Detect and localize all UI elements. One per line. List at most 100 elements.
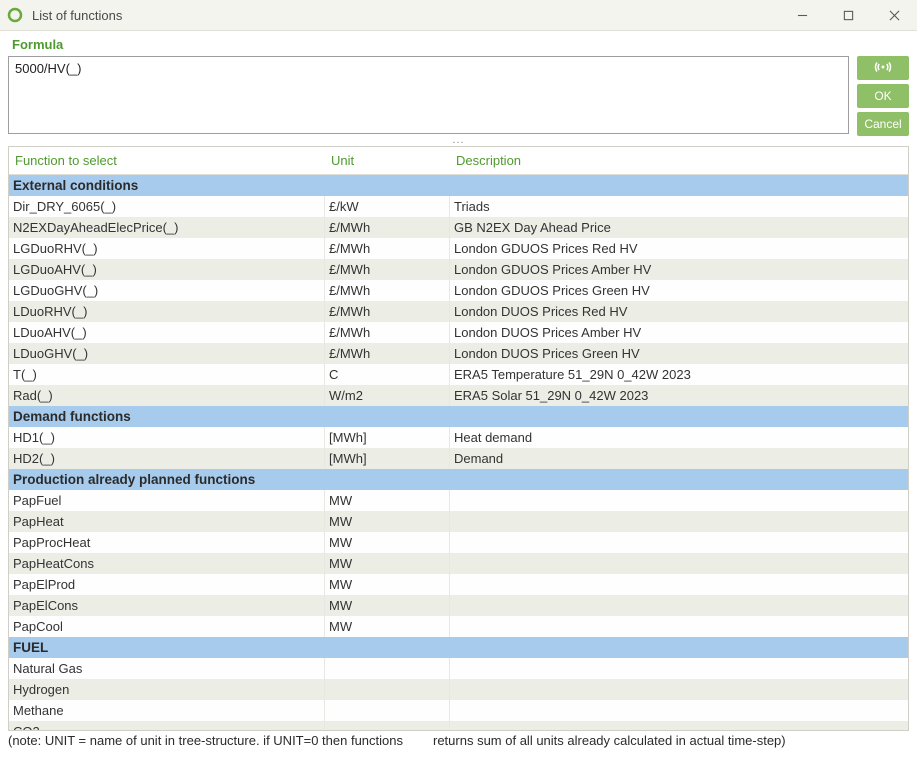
table-row[interactable]: LGDuoAHV(_)£/MWhLondon GDUOS Prices Ambe… — [9, 259, 908, 280]
window-title: List of functions — [32, 8, 122, 23]
broadcast-button[interactable] — [857, 56, 909, 80]
table-body[interactable]: External conditionsDir_DRY_6065(_)£/kWTr… — [9, 175, 908, 730]
cell-function: LGDuoGHV(_) — [9, 280, 325, 301]
header-description[interactable]: Description — [450, 153, 908, 168]
ok-button[interactable]: OK — [857, 84, 909, 108]
cell-function: Rad(_) — [9, 385, 325, 406]
cell-unit: [MWh] — [325, 448, 450, 469]
table-row[interactable]: PapProcHeatMW — [9, 532, 908, 553]
table-row[interactable]: LDuoRHV(_)£/MWhLondon DUOS Prices Red HV — [9, 301, 908, 322]
cell-function: LDuoRHV(_) — [9, 301, 325, 322]
table-row[interactable]: PapFuelMW — [9, 490, 908, 511]
formula-buttons: OK Cancel — [857, 56, 909, 136]
table-row[interactable]: N2EXDayAheadElecPrice(_)£/MWhGB N2EX Day… — [9, 217, 908, 238]
formula-section: Formula OK Cancel — [0, 31, 917, 138]
functions-table: Function to select Unit Description Exte… — [8, 146, 909, 731]
cell-description: GB N2EX Day Ahead Price — [450, 217, 908, 238]
cell-function: Hydrogen — [9, 679, 325, 700]
app-icon — [6, 6, 24, 24]
cell-function: PapElProd — [9, 574, 325, 595]
cell-unit: £/MWh — [325, 322, 450, 343]
cell-function: PapCool — [9, 616, 325, 637]
section-header: Production already planned functions — [9, 469, 908, 490]
cell-description — [450, 721, 908, 730]
cell-unit: £/MWh — [325, 343, 450, 364]
cell-description — [450, 574, 908, 595]
cell-unit: MW — [325, 511, 450, 532]
cell-function: N2EXDayAheadElecPrice(_) — [9, 217, 325, 238]
section-header: FUEL — [9, 637, 908, 658]
table-row[interactable]: LGDuoRHV(_)£/MWhLondon GDUOS Prices Red … — [9, 238, 908, 259]
header-function[interactable]: Function to select — [9, 153, 325, 168]
cell-function: Methane — [9, 700, 325, 721]
section-header: External conditions — [9, 175, 908, 196]
cell-function: LGDuoAHV(_) — [9, 259, 325, 280]
cell-description — [450, 595, 908, 616]
table-row[interactable]: LDuoAHV(_)£/MWhLondon DUOS Prices Amber … — [9, 322, 908, 343]
cell-description — [450, 700, 908, 721]
cell-unit: £/MWh — [325, 217, 450, 238]
table-row[interactable]: T(_)CERA5 Temperature 51_29N 0_42W 2023 — [9, 364, 908, 385]
cell-description: Demand — [450, 448, 908, 469]
cell-description: London DUOS Prices Red HV — [450, 301, 908, 322]
splitter-handle[interactable]: ... — [8, 138, 909, 146]
table-row[interactable]: Methane — [9, 700, 908, 721]
broadcast-icon — [874, 60, 892, 77]
cell-description — [450, 532, 908, 553]
cell-description: London GDUOS Prices Amber HV — [450, 259, 908, 280]
table-row[interactable]: PapHeatConsMW — [9, 553, 908, 574]
cell-function: HD1(_) — [9, 427, 325, 448]
table-row[interactable]: PapHeatMW — [9, 511, 908, 532]
cell-unit — [325, 658, 450, 679]
cell-description — [450, 679, 908, 700]
cell-unit: C — [325, 364, 450, 385]
minimize-button[interactable] — [779, 0, 825, 30]
cell-function: CO2 — [9, 721, 325, 730]
cell-unit: MW — [325, 574, 450, 595]
cell-description: ERA5 Temperature 51_29N 0_42W 2023 — [450, 364, 908, 385]
table-row[interactable]: HD1(_)[MWh]Heat demand — [9, 427, 908, 448]
cell-unit: MW — [325, 553, 450, 574]
cell-unit: MW — [325, 532, 450, 553]
table-row[interactable]: Dir_DRY_6065(_)£/kWTriads — [9, 196, 908, 217]
cell-description — [450, 553, 908, 574]
maximize-button[interactable] — [825, 0, 871, 30]
cell-description — [450, 658, 908, 679]
cell-unit — [325, 679, 450, 700]
footer-note-b: returns sum of all units already calcula… — [433, 733, 786, 748]
cell-function: PapProcHeat — [9, 532, 325, 553]
table-row[interactable]: PapElProdMW — [9, 574, 908, 595]
table-row[interactable]: CO2 — [9, 721, 908, 730]
cell-function: Dir_DRY_6065(_) — [9, 196, 325, 217]
table-row[interactable]: Natural Gas — [9, 658, 908, 679]
cell-unit — [325, 721, 450, 730]
cell-function: LDuoGHV(_) — [9, 343, 325, 364]
table-row[interactable]: LDuoGHV(_)£/MWhLondon DUOS Prices Green … — [9, 343, 908, 364]
formula-input[interactable] — [8, 56, 849, 134]
cell-function: Natural Gas — [9, 658, 325, 679]
header-unit[interactable]: Unit — [325, 153, 450, 168]
table-row[interactable]: LGDuoGHV(_)£/MWhLondon GDUOS Prices Gree… — [9, 280, 908, 301]
cell-description: ERA5 Solar 51_29N 0_42W 2023 — [450, 385, 908, 406]
formula-label: Formula — [8, 35, 909, 54]
cell-description: Triads — [450, 196, 908, 217]
cell-function: PapHeatCons — [9, 553, 325, 574]
close-button[interactable] — [871, 0, 917, 30]
cell-unit: £/MWh — [325, 259, 450, 280]
cancel-button[interactable]: Cancel — [857, 112, 909, 136]
table-row[interactable]: PapElConsMW — [9, 595, 908, 616]
cell-unit: £/MWh — [325, 238, 450, 259]
cell-unit: MW — [325, 616, 450, 637]
table-row[interactable]: Hydrogen — [9, 679, 908, 700]
cell-unit — [325, 700, 450, 721]
cell-unit: £/MWh — [325, 301, 450, 322]
cell-unit: [MWh] — [325, 427, 450, 448]
cell-description — [450, 511, 908, 532]
section-header: Demand functions — [9, 406, 908, 427]
cell-function: LGDuoRHV(_) — [9, 238, 325, 259]
table-row[interactable]: PapCoolMW — [9, 616, 908, 637]
footer-note: (note: UNIT = name of unit in tree-struc… — [8, 733, 909, 748]
cell-description: London GDUOS Prices Red HV — [450, 238, 908, 259]
table-row[interactable]: HD2(_)[MWh]Demand — [9, 448, 908, 469]
table-row[interactable]: Rad(_)W/m2ERA5 Solar 51_29N 0_42W 2023 — [9, 385, 908, 406]
